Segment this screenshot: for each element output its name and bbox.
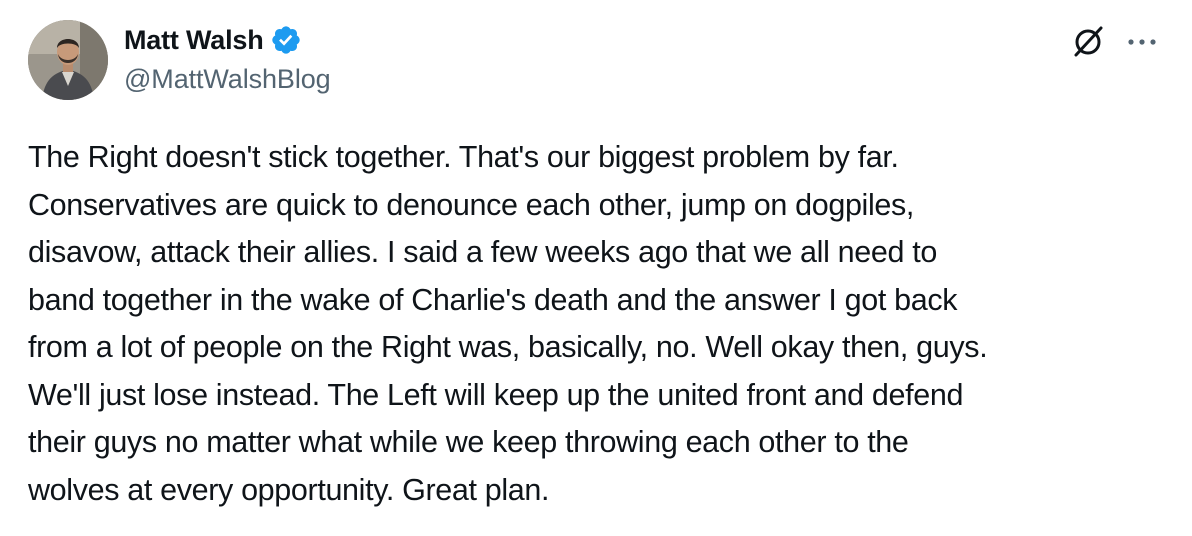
grok-icon[interactable] [1070, 24, 1106, 60]
tweet-text-line: Conservatives are quick to denounce each… [28, 187, 915, 222]
more-options-icon[interactable] [1124, 28, 1160, 56]
tweet-text-line: from a lot of people on the Right was, b… [28, 330, 988, 364]
tweet-text-line: band together in the wake of Charlie's d… [28, 282, 958, 317]
author-block: Matt Walsh @MattWalshBlog [124, 22, 331, 95]
tweet-text: The Right doesn't stick together. That's… [28, 134, 1168, 514]
avatar-photo [28, 20, 108, 100]
tweet-text-line: their guys no matter what while we keep … [28, 425, 909, 459]
verified-badge-icon [270, 24, 302, 56]
tweet-card: Matt Walsh @MattWalshBlog The Right does… [0, 0, 1192, 536]
tweet-text-line: We'll just lose instead. The Left will k… [28, 377, 964, 412]
display-name[interactable]: Matt Walsh [124, 25, 264, 56]
tweet-text-line: wolves at every opportunity. Great plan. [28, 472, 550, 507]
handle[interactable]: @MattWalshBlog [124, 64, 331, 95]
tweet-text-line: disavow, attack their allies. I said a f… [28, 235, 937, 269]
tweet-text-line: The Right doesn't stick together. That's… [28, 140, 899, 174]
name-row: Matt Walsh [124, 22, 331, 58]
avatar[interactable] [28, 20, 108, 100]
